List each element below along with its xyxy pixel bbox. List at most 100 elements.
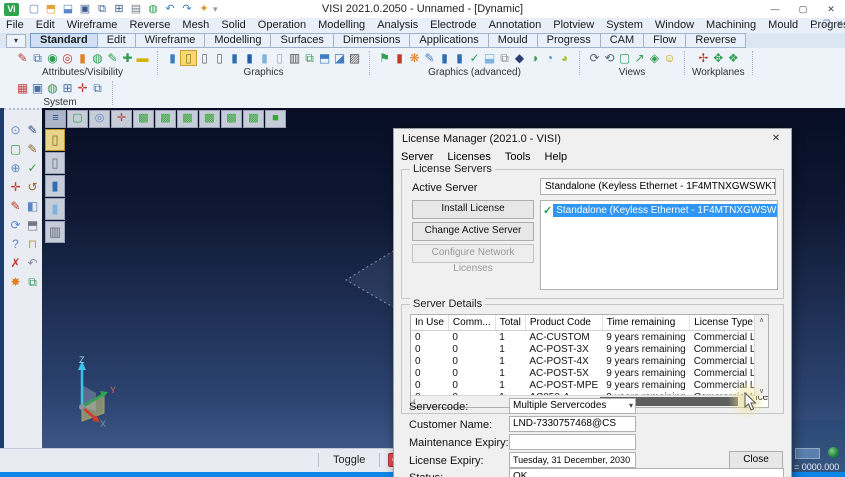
back-view-cube-icon[interactable]: ▩ bbox=[243, 110, 264, 128]
cylinder-shade-icon[interactable]: ▮ bbox=[437, 50, 452, 66]
analysis-flags-icon[interactable]: ⚑ bbox=[377, 50, 392, 66]
section-view-icon[interactable]: ◪ bbox=[332, 50, 347, 66]
mdi-restore-button[interactable]: ❐ bbox=[823, 19, 830, 28]
new-document-icon[interactable]: ▢ bbox=[27, 2, 41, 16]
menu-system[interactable]: System bbox=[600, 18, 649, 33]
tab-progress[interactable]: Progress bbox=[536, 33, 601, 48]
mesh-mode-icon[interactable]: ▥ bbox=[45, 221, 65, 243]
tab-surfaces[interactable]: Surfaces bbox=[270, 33, 334, 48]
visibility-globe-icon[interactable]: ◍ bbox=[90, 50, 105, 66]
tab-wireframe[interactable]: Wireframe bbox=[134, 33, 206, 48]
server-list-item[interactable]: ✓ Standalone (Keyless Ethernet - 1F4MTNXG… bbox=[541, 203, 777, 217]
multi-shade-icon[interactable]: ⧉ bbox=[302, 50, 317, 66]
maintenance-expiry-field[interactable] bbox=[509, 434, 636, 450]
visibility-filter-icon[interactable]: ▮ bbox=[75, 50, 90, 66]
undo-tool-icon[interactable]: ↶ bbox=[24, 255, 41, 272]
layer-settings-icon[interactable]: ⧉ bbox=[90, 80, 105, 96]
workplane-edit-icon[interactable]: ✥ bbox=[711, 50, 726, 66]
solid-box-icon[interactable]: ⬒ bbox=[24, 217, 41, 234]
menu-operation[interactable]: Operation bbox=[252, 18, 312, 33]
shaded-mode-icon[interactable]: ▮ bbox=[45, 175, 65, 197]
table-row[interactable]: 0 0 1 AC-POST-4X 9 years remaining Commercial… bbox=[411, 355, 768, 367]
copy-attributes-icon[interactable]: ⧉ bbox=[30, 50, 45, 66]
pie-analysis-icon[interactable]: ◔ bbox=[542, 50, 557, 66]
tab-flow[interactable]: Flow bbox=[643, 33, 687, 48]
right-view-cube-icon[interactable]: ▩ bbox=[199, 110, 220, 128]
menu-edit[interactable]: Edit bbox=[30, 18, 61, 33]
menu-modelling[interactable]: Modelling bbox=[312, 18, 371, 33]
menu-machining[interactable]: Machining bbox=[700, 18, 762, 33]
menu-wireframe[interactable]: Wireframe bbox=[61, 18, 124, 33]
tab-mould[interactable]: Mould bbox=[487, 33, 538, 48]
menu-file[interactable]: File bbox=[0, 18, 30, 33]
menu-electrode[interactable]: Electrode bbox=[424, 18, 482, 33]
explode-tool-icon[interactable]: ✸ bbox=[7, 274, 24, 291]
tab-standard[interactable]: Standard bbox=[30, 33, 98, 48]
triad-toggle-icon[interactable]: ✛ bbox=[111, 110, 132, 128]
server-details-table[interactable]: In Use Comm... Total Product Code Time remai… bbox=[411, 315, 768, 403]
paint-tool-icon[interactable]: ✎ bbox=[7, 198, 24, 215]
globe-settings-icon[interactable]: ◍ bbox=[45, 80, 60, 96]
combined-view-icon[interactable]: ⬒ bbox=[317, 50, 332, 66]
menu-analysis[interactable]: Analysis bbox=[371, 18, 424, 33]
hide-entities-icon[interactable]: ◎ bbox=[60, 50, 75, 66]
column-header-product-code[interactable]: Product Code bbox=[525, 315, 603, 331]
camera-view-icon[interactable]: ☺ bbox=[662, 50, 677, 66]
shaded-solid-view-icon[interactable]: ▮ bbox=[242, 50, 257, 66]
shaded-view-icon[interactable]: ▮ bbox=[227, 50, 242, 66]
surface-tool-icon[interactable]: ◧ bbox=[24, 198, 41, 215]
dialog-close-icon[interactable]: ✕ bbox=[761, 129, 791, 149]
tab-applications[interactable]: Applications bbox=[409, 33, 489, 48]
hidden-line-mode-icon[interactable]: ▯ bbox=[45, 152, 65, 174]
iso-view-cube-icon[interactable]: ▩ bbox=[133, 110, 154, 128]
curve-tool-icon[interactable]: ↺ bbox=[24, 179, 41, 196]
mdi-close-button[interactable]: ✕ bbox=[836, 19, 843, 28]
save-network-icon[interactable]: ⊞ bbox=[112, 2, 126, 16]
column-header-in-use[interactable]: In Use bbox=[411, 315, 449, 331]
refresh-view-icon[interactable]: ⟳ bbox=[7, 217, 24, 234]
tab-overflow-icon[interactable]: ▾ bbox=[6, 34, 26, 48]
visibility-edit-icon[interactable]: ✎ bbox=[105, 50, 120, 66]
sketch-icon[interactable]: ✎ bbox=[24, 122, 41, 139]
ghost-view-icon[interactable]: ▯ bbox=[272, 50, 287, 66]
dialog-title-bar[interactable]: License Manager (2021.0 - VISI) bbox=[394, 129, 791, 149]
table-row[interactable]: 0 0 1 AC-POST-MPE 9 years remaining Commercia… bbox=[411, 379, 768, 391]
column-header-comm[interactable]: Comm... bbox=[448, 315, 496, 331]
dynamic-rotate-icon[interactable]: ⟲ bbox=[602, 50, 617, 66]
print-icon[interactable]: ▤ bbox=[129, 2, 143, 16]
show-entities-icon[interactable]: ◉ bbox=[45, 50, 60, 66]
layers-tool-icon[interactable]: ⧉ bbox=[24, 274, 41, 291]
tab-dimensions[interactable]: Dimensions bbox=[332, 33, 411, 48]
menu-solid[interactable]: Solid bbox=[215, 18, 251, 33]
shaded-edges-mode-icon[interactable]: ▮ bbox=[45, 198, 65, 220]
select-frame-icon[interactable]: ▢ bbox=[7, 141, 24, 158]
table-row[interactable]: 0 0 1 AC-POST-3X 9 years remaining Commercial… bbox=[411, 343, 768, 355]
zoom-extents-icon[interactable]: ↗ bbox=[632, 50, 647, 66]
window-settings-icon[interactable]: ⊞ bbox=[60, 80, 75, 96]
license-expiry-field[interactable]: Tuesday, 31 December, 2030 bbox=[509, 452, 636, 468]
workplane-axis-icon[interactable]: ✢ bbox=[696, 50, 711, 66]
transparent-view-icon[interactable]: ▮ bbox=[257, 50, 272, 66]
menu-annotation[interactable]: Annotation bbox=[483, 18, 548, 33]
diamond-view-icon[interactable]: ◆ bbox=[512, 50, 527, 66]
clip-plane-icon[interactable]: ⧉ bbox=[497, 50, 512, 66]
view-normal-icon[interactable]: ◈ bbox=[647, 50, 662, 66]
tab-cam[interactable]: CAM bbox=[599, 33, 645, 48]
view-menu-icon[interactable]: ≡ bbox=[45, 110, 66, 128]
toolbar-overflow-icon[interactable]: ▾ bbox=[213, 4, 218, 15]
confirm-icon[interactable]: ✓ bbox=[24, 160, 41, 177]
cylinder-edge-icon[interactable]: ▮ bbox=[452, 50, 467, 66]
change-active-server-button[interactable]: Change Active Server bbox=[412, 222, 534, 241]
servercode-select[interactable]: Multiple Servercodes ▾ bbox=[509, 398, 636, 414]
remove-from-visible-icon[interactable]: ▬ bbox=[135, 50, 150, 66]
help-tool-icon[interactable]: ? bbox=[7, 236, 24, 253]
undo-icon[interactable]: ↶ bbox=[163, 2, 177, 16]
zoom-lens-icon[interactable]: ⊙ bbox=[7, 122, 24, 139]
zoom-select-icon[interactable]: ⊕ bbox=[7, 160, 24, 177]
traffic-light-icon[interactable]: ▮ bbox=[392, 50, 407, 66]
cylinder-handle-icon[interactable]: ⬓ bbox=[482, 50, 497, 66]
customer-name-field[interactable]: LND-7330757468@CS bbox=[509, 416, 636, 432]
tab-modelling[interactable]: Modelling bbox=[204, 33, 272, 48]
wireframe-view-icon[interactable]: ▯ bbox=[180, 50, 197, 66]
menu-window[interactable]: Window bbox=[649, 18, 700, 33]
